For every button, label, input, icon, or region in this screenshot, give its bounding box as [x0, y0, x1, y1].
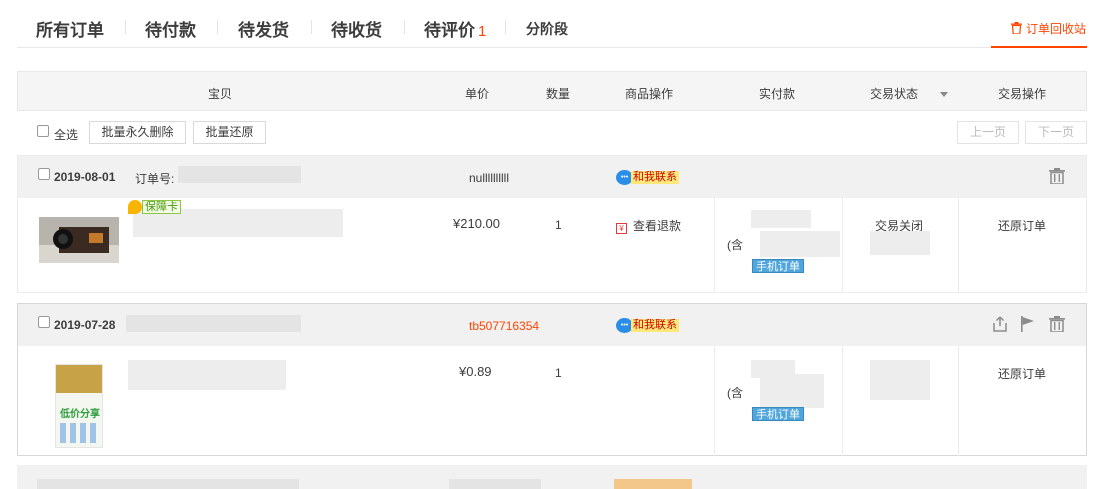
order-card: 2019-07-28 tb507716354 ••• 和我联系 低价分享 ¥0.… [17, 303, 1087, 456]
tab-divider [404, 20, 405, 34]
product-image-icons [60, 423, 100, 443]
contact-seller-button-partial[interactable] [614, 479, 692, 489]
column-divider [842, 198, 843, 293]
order-tabs: 所有订单 待付款 待发货 待收货 待评价 1 分阶段 订单回收站 [17, 0, 1087, 48]
col-item-ops: 商品操作 [625, 87, 674, 101]
bulk-restore-button[interactable]: 批量还原 [193, 121, 266, 144]
product-image-banner [56, 365, 102, 393]
col-item: 宝贝 [208, 87, 233, 101]
redacted-shipping-note [760, 231, 840, 257]
order-card: 2019-08-01 订单号: nullllllllll ••• 和我联系 保障 [17, 155, 1087, 293]
column-divider [958, 198, 959, 293]
redacted-status-link [870, 231, 930, 255]
product-thumbnail[interactable] [39, 217, 119, 263]
redacted-order-number [178, 166, 301, 183]
product-image-text: 低价分享 [60, 409, 100, 420]
col-ops: 交易操作 [998, 87, 1047, 101]
next-page-button[interactable]: 下一页 [1025, 121, 1087, 144]
view-refund-label: 查看退款 [633, 219, 682, 233]
flag-icon[interactable] [1020, 316, 1036, 332]
trash-icon [1011, 22, 1022, 34]
select-all-checkbox[interactable] [37, 125, 49, 137]
select-all-label: 全选 [54, 128, 79, 142]
recycle-bin-link[interactable]: 订单回收站 [991, 0, 1087, 48]
tab-installments[interactable]: 分阶段 [526, 19, 568, 39]
redacted-order-header [37, 479, 299, 489]
contact-seller-label: 和我联系 [631, 319, 679, 332]
redacted-product-title [128, 360, 286, 390]
bulk-delete-button[interactable]: 批量永久删除 [89, 121, 186, 144]
col-paid: 实付款 [759, 87, 796, 101]
column-divider [714, 198, 715, 293]
col-unit-price: 单价 [465, 87, 490, 101]
redacted-paid-amount [751, 210, 811, 228]
recycle-bin-label: 订单回收站 [1026, 22, 1087, 36]
mobile-order-badge: 手机订单 [752, 259, 804, 273]
quantity: 1 [555, 218, 562, 232]
order-header: 2019-07-28 tb507716354 ••• 和我联系 [18, 304, 1086, 346]
order-checkbox[interactable] [38, 316, 50, 328]
order-date: 2019-08-01 [54, 170, 116, 184]
paid-note-prefix: (含 [727, 386, 743, 400]
tab-label: 待评价 [424, 21, 475, 40]
delete-order-icon[interactable] [1049, 316, 1065, 332]
column-divider [714, 346, 715, 456]
contact-seller-label: 和我联系 [631, 171, 679, 184]
chevron-down-icon [940, 92, 949, 98]
order-number-label: 订单号: [135, 172, 175, 186]
restore-order-button[interactable]: 还原订单 [998, 365, 1046, 382]
col-status-label: 交易状态 [870, 87, 919, 101]
tab-pending-receipt[interactable]: 待收货 [331, 16, 382, 41]
column-divider [958, 346, 959, 456]
unit-price: ¥210.00 [453, 216, 500, 231]
tab-pending-review[interactable]: 待评价 1 [424, 16, 486, 41]
redacted-order-number [126, 315, 301, 332]
order-card-partial [17, 465, 1087, 489]
table-header: 宝贝 单价 数量 商品操作 实付款 交易状态 交易操作 [17, 71, 1087, 111]
unit-price: ¥0.89 [459, 364, 492, 379]
redacted-seller-name [449, 479, 541, 489]
guarantee-label: 保障卡 [142, 200, 181, 214]
delete-order-icon[interactable] [1049, 168, 1065, 184]
tab-divider [505, 20, 506, 34]
col-status[interactable]: 交易状态 [870, 85, 949, 102]
order-header: 2019-08-01 订单号: nullllllllll ••• 和我联系 [18, 156, 1086, 198]
redacted-order-status [870, 360, 930, 400]
mobile-order-badge: 手机订单 [752, 407, 804, 421]
restore-order-button[interactable]: 还原订单 [998, 217, 1046, 234]
tab-all-orders[interactable]: 所有订单 [36, 16, 104, 41]
order-checkbox[interactable] [38, 168, 50, 180]
list-toolbar: 全选 批量永久删除 批量还原 上一页 下一页 [17, 121, 1087, 145]
tab-pending-payment[interactable]: 待付款 [145, 16, 196, 41]
quantity: 1 [555, 366, 562, 380]
seller-name[interactable]: nullllllllll [469, 171, 509, 185]
product-thumbnail[interactable]: 低价分享 [55, 364, 103, 448]
paid-note-prefix: (含 [727, 238, 743, 252]
review-count-badge: 1 [478, 23, 487, 40]
prev-page-button[interactable]: 上一页 [957, 121, 1019, 144]
order-date: 2019-07-28 [54, 318, 116, 332]
tab-divider [125, 20, 126, 34]
refund-icon: ¥ [616, 223, 627, 234]
column-divider [842, 346, 843, 456]
view-refund-link[interactable]: ¥ 查看退款 [616, 217, 681, 234]
tab-pending-shipment[interactable]: 待发货 [238, 16, 289, 41]
share-icon[interactable] [992, 316, 1008, 332]
seller-name[interactable]: tb507716354 [469, 319, 539, 333]
tab-divider [217, 20, 218, 34]
redacted-shipping-note [760, 374, 824, 408]
col-quantity: 数量 [546, 87, 571, 101]
product-image [39, 217, 119, 263]
guarantee-icon [128, 200, 142, 214]
tab-divider [311, 20, 312, 34]
